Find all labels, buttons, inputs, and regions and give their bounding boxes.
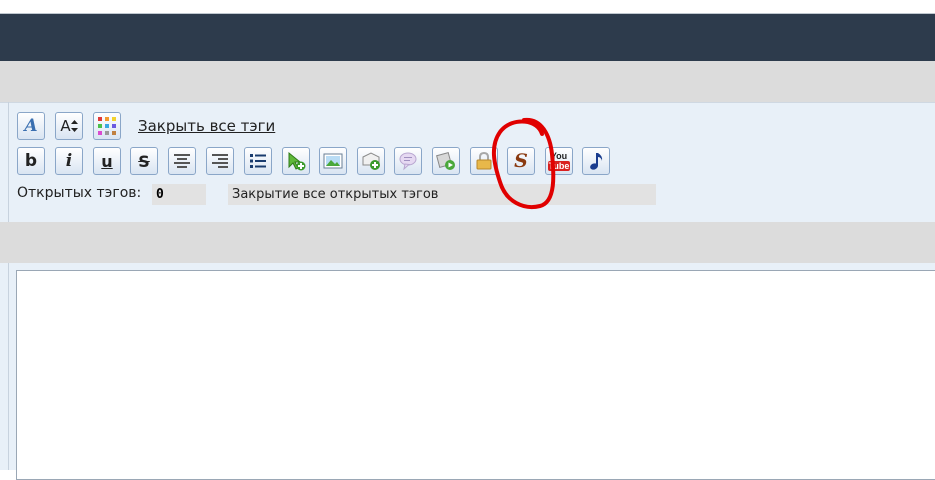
- color-palette-icon: [98, 117, 116, 135]
- link-icon: [288, 151, 306, 171]
- editor-left-border: [8, 263, 9, 470]
- add-image-icon: [362, 152, 380, 170]
- link-button[interactable]: [282, 147, 310, 175]
- video-button[interactable]: [432, 147, 460, 175]
- italic-button[interactable]: i: [55, 147, 83, 175]
- youtube-logo-bottom: Tube: [547, 161, 571, 171]
- color-button[interactable]: [93, 112, 121, 140]
- image-icon: [323, 153, 343, 169]
- bold-button[interactable]: b: [17, 147, 45, 175]
- open-tags-label: Открытых тэгов:: [17, 185, 142, 201]
- italic-icon: i: [65, 151, 73, 171]
- video-icon: [436, 152, 455, 170]
- music-button[interactable]: [582, 147, 610, 175]
- music-note-icon: [590, 153, 603, 170]
- section-bar-top: [0, 61, 935, 102]
- spoiler-icon: S: [514, 150, 528, 172]
- message-textarea[interactable]: [16, 270, 935, 480]
- font-face-button[interactable]: A: [17, 112, 45, 140]
- font-size-glyph: A: [60, 117, 71, 135]
- font-size-button[interactable]: A: [55, 112, 83, 140]
- align-center-button[interactable]: [168, 147, 196, 175]
- align-right-button[interactable]: [206, 147, 234, 175]
- hide-button[interactable]: [470, 147, 498, 175]
- font-icon: A: [24, 116, 38, 136]
- list-button[interactable]: [244, 147, 272, 175]
- align-center-icon: [174, 154, 190, 168]
- youtube-button[interactable]: You Tube: [545, 147, 573, 175]
- quote-icon: [399, 152, 417, 171]
- image-button[interactable]: [319, 147, 347, 175]
- header-bar: [0, 14, 935, 61]
- youtube-icon: You Tube: [547, 151, 571, 171]
- lock-icon: [476, 151, 492, 170]
- align-right-icon: [212, 154, 228, 168]
- underline-button[interactable]: u: [93, 147, 121, 175]
- quote-button[interactable]: [394, 147, 422, 175]
- font-size-icon: A: [60, 117, 78, 135]
- open-tags-count: 0: [152, 184, 206, 205]
- close-all-tags-link[interactable]: Закрыть все тэги: [138, 117, 275, 135]
- spoiler-button[interactable]: S: [507, 147, 535, 175]
- bold-icon: b: [24, 151, 38, 171]
- section-bar-bottom: [0, 222, 935, 263]
- status-hint-box: Закрытие все открытых тэгов: [228, 184, 656, 205]
- strike-button[interactable]: S: [130, 147, 158, 175]
- list-icon: [250, 154, 266, 168]
- youtube-logo-top: You: [550, 151, 568, 161]
- attach-image-button[interactable]: [357, 147, 385, 175]
- underline-icon: u: [101, 151, 113, 171]
- strikethrough-icon: S: [138, 151, 150, 171]
- top-strip: [0, 0, 935, 14]
- panel-left-border: [8, 102, 9, 222]
